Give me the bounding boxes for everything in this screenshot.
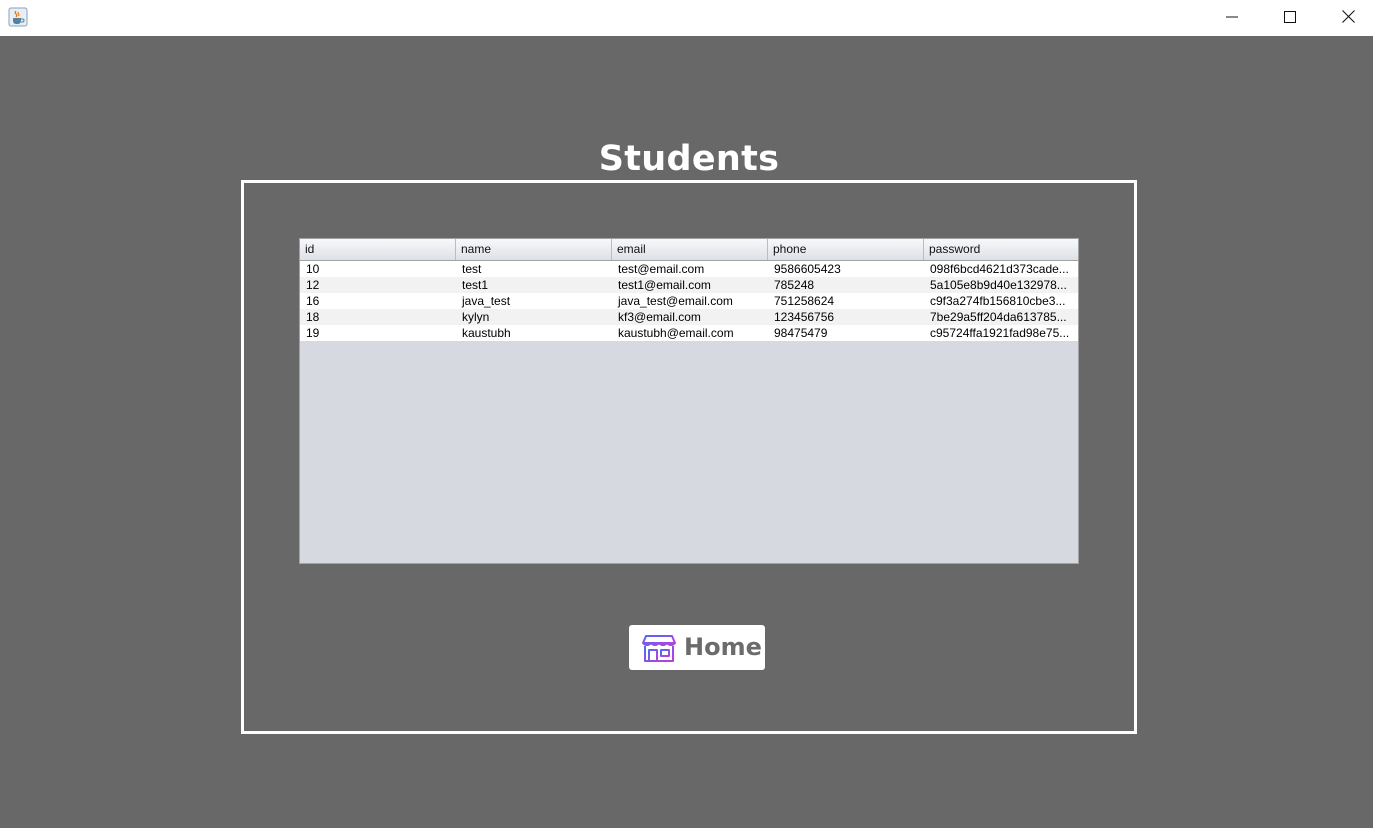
students-table[interactable]: id name email phone password 10 test tes… [299,238,1079,564]
cell-phone: 123456756 [774,310,835,324]
cell-id: 12 [306,278,320,292]
cell-email: kaustubh@email.com [618,326,734,340]
cell-password: 7be29a5ff204da613785... [930,310,1067,324]
cell-email: java_test@email.com [618,294,733,308]
column-header-name[interactable]: name [456,239,612,260]
cell-phone: 9586605423 [774,262,841,276]
cell-phone: 98475479 [774,326,828,340]
cell-name: java_test [462,294,511,308]
cell-id: 18 [306,310,320,324]
column-header-id[interactable]: id [300,239,456,260]
cell-phone: 751258624 [774,294,835,308]
cell-email: test1@email.com [618,278,711,292]
close-icon[interactable] [1319,0,1373,33]
cell-email: kf3@email.com [618,310,701,324]
page-title: Students [598,139,780,179]
cell-password: c9f3a274fb156810cbe3... [930,294,1066,308]
cell-name: kylyn [462,310,490,324]
table-row[interactable]: 19 kaustubh kaustubh@email.com 98475479 … [300,325,1078,341]
home-button[interactable]: Home [629,625,765,670]
home-button-label: Home [684,633,762,661]
cell-id: 10 [306,262,320,276]
table-row[interactable]: 10 test test@email.com 9586605423 098f6b… [300,261,1078,277]
table-body: 10 test test@email.com 9586605423 098f6b… [300,261,1078,341]
storefront-icon [642,634,676,662]
java-coffee-icon [8,7,28,27]
cell-phone: 785248 [774,278,815,292]
table-row[interactable]: 16 java_test java_test@email.com 7512586… [300,293,1078,309]
minimize-icon[interactable] [1203,0,1261,33]
cell-id: 19 [306,326,320,340]
column-header-phone[interactable]: phone [768,239,924,260]
title-bar [0,0,1373,36]
cell-email: test@email.com [618,262,705,276]
cell-password: 5a105e8b9d40e132978... [930,278,1067,292]
cell-password: c95724ffa1921fad98e75... [930,326,1070,340]
table-row[interactable]: 18 kylyn kf3@email.com 123456756 7be29a5… [300,309,1078,325]
app-window: Students id name email phone password 10… [0,0,1373,828]
cell-name: kaustubh [462,326,511,340]
table-header: id name email phone password [300,239,1078,261]
cell-name: test1 [462,278,489,292]
table-row[interactable]: 12 test1 test1@email.com 785248 5a105e8b… [300,277,1078,293]
column-header-password[interactable]: password [924,239,1078,260]
maximize-icon[interactable] [1261,0,1319,33]
cell-password: 098f6bcd4621d373cade... [930,262,1069,276]
cell-name: test [462,262,482,276]
cell-id: 16 [306,294,320,308]
column-header-email[interactable]: email [612,239,768,260]
